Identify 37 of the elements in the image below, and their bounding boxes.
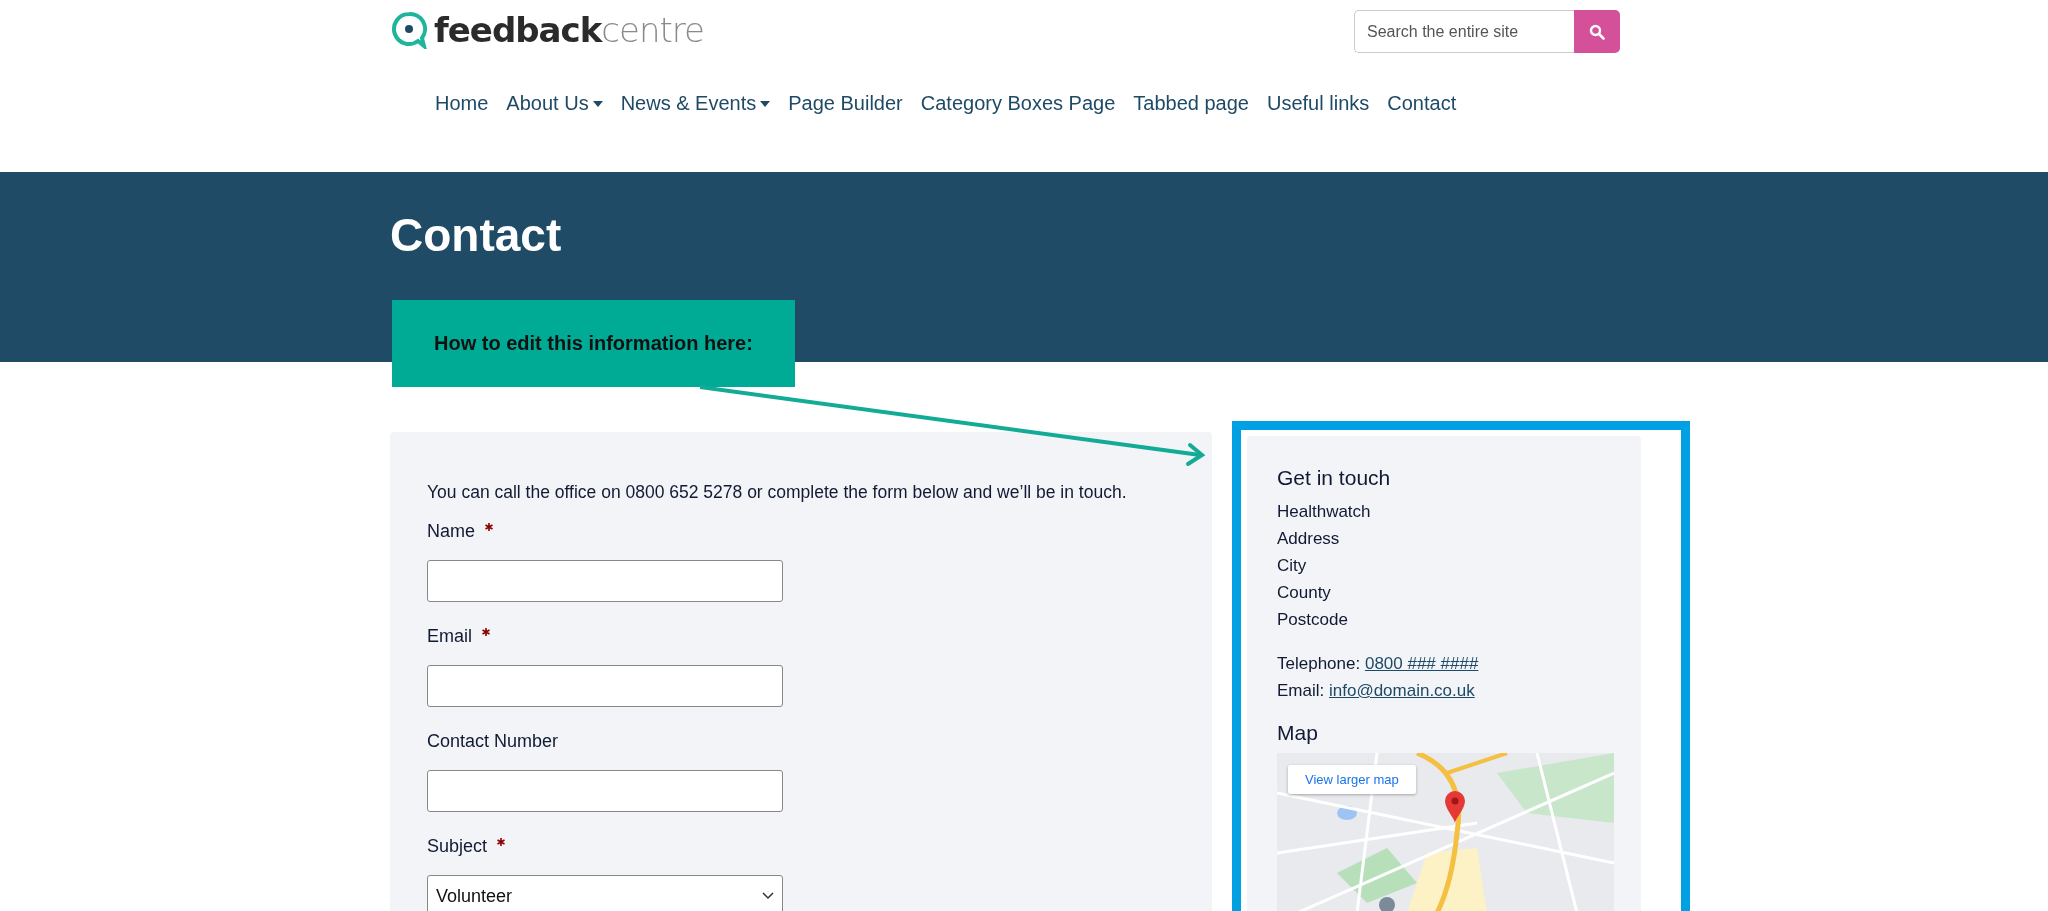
field-label: Name (427, 521, 475, 542)
contact-label: Telephone: (1277, 654, 1361, 673)
field-label: Subject (427, 836, 488, 857)
input-field[interactable] (427, 770, 783, 812)
address-line: Postcode (1277, 609, 1349, 631)
section-heading: Get in touch (1277, 466, 1392, 490)
search-button[interactable] (1574, 10, 1620, 53)
subject-select[interactable]: Volunteer (427, 875, 783, 911)
address-line: County (1277, 582, 1332, 604)
email-link[interactable]: info@domain.co.uk (1328, 681, 1475, 700)
search-field[interactable]: Search the entire site (1354, 10, 1574, 53)
nav-link[interactable]: Category Boxes Page (920, 92, 1116, 115)
callout-banner: How to edit this information here: (392, 300, 795, 387)
nav-link[interactable]: Page Builder (788, 92, 903, 115)
logo-text: feedback (434, 10, 602, 50)
nav-link[interactable]: Contact (1387, 92, 1457, 115)
page-title: Contact (390, 208, 563, 262)
field-label: Contact Number (427, 731, 559, 752)
field-label: Email (427, 626, 472, 647)
input-field[interactable] (427, 665, 783, 707)
nav-link[interactable]: Useful links (1267, 92, 1370, 115)
chevron-icon (762, 892, 774, 900)
nav-link[interactable]: About Us (506, 92, 603, 115)
view-larger-map-button[interactable]: View larger map (1288, 765, 1416, 794)
nav-link[interactable]: Tabbed page (1133, 92, 1249, 115)
nav-link[interactable]: Home (435, 92, 489, 115)
search-icon (1589, 23, 1605, 40)
phone-link[interactable]: 0800 ### #### (1364, 654, 1479, 673)
speech-bubble-icon (390, 11, 428, 49)
address-line: Healthwatch (1277, 501, 1372, 523)
address-line: City (1277, 555, 1308, 577)
input-field[interactable] (427, 560, 783, 602)
section-heading: Map (1277, 721, 1319, 745)
nav-link[interactable]: News & Events (620, 92, 771, 115)
address-line: Address (1277, 528, 1341, 550)
intro-text: You can call the office on 0800 652 5278 or complete the form below and we’ll be in touch. (427, 482, 1128, 503)
contact-label: Email: (1277, 681, 1325, 700)
